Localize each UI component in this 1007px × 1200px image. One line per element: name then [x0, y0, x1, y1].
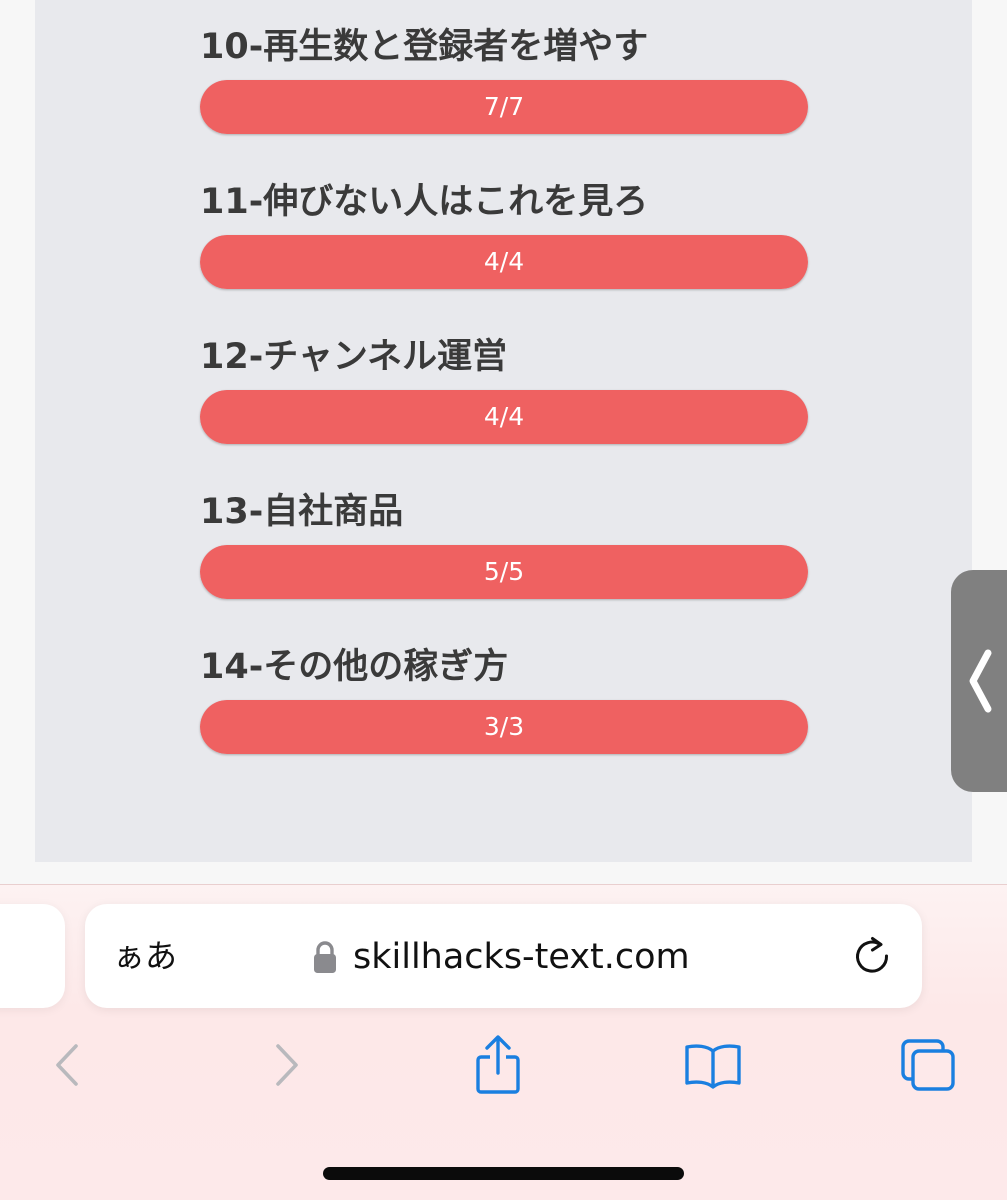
progress-bar: 4/4 [200, 235, 808, 289]
browser-toolbar [0, 1025, 1007, 1105]
previous-tab-card[interactable] [0, 904, 65, 1008]
home-indicator [323, 1167, 684, 1180]
url-text: skillhacks-text.com [353, 937, 690, 977]
share-button[interactable] [468, 1025, 528, 1105]
lesson-title[interactable]: 14-その他の稼ぎ方 [200, 646, 508, 688]
reload-icon[interactable] [850, 934, 894, 978]
lesson-title[interactable]: 10-再生数と登録者を増やす [200, 26, 648, 68]
bookmarks-icon [685, 1044, 741, 1089]
progress-bar: 3/3 [200, 700, 808, 754]
url-display[interactable]: skillhacks-text.com [313, 934, 690, 980]
tabs-icon [901, 1039, 955, 1091]
lesson-title[interactable]: 11-伸びない人はこれを見ろ [200, 181, 648, 223]
tabs-button[interactable] [898, 1025, 958, 1105]
lesson-item[interactable]: 14-その他の稼ぎ方 3/3 [200, 646, 808, 801]
lesson-title[interactable]: 13-自社商品 [200, 491, 403, 533]
lesson-item[interactable]: 11-伸びない人はこれを見ろ 4/4 [200, 181, 808, 336]
lock-icon [314, 941, 336, 973]
lesson-item[interactable]: 10-再生数と登録者を増やす 7/7 [200, 26, 808, 181]
progress-text: 4/4 [483, 402, 525, 431]
back-button[interactable] [37, 1025, 97, 1105]
bookmarks-button[interactable] [683, 1025, 743, 1105]
progress-text: 5/5 [483, 557, 525, 586]
browser-bottom-bar: ぁあ skillhacks-text.com [0, 885, 1007, 1200]
progress-bar: 5/5 [200, 545, 808, 599]
lesson-item[interactable]: 12-チャンネル運営 4/4 [200, 336, 808, 491]
forward-icon [276, 1044, 298, 1086]
progress-bar: 7/7 [200, 80, 808, 134]
back-icon [56, 1044, 78, 1086]
progress-text: 3/3 [483, 712, 525, 741]
lesson-title[interactable]: 12-チャンネル運営 [200, 336, 507, 378]
lesson-item[interactable]: 13-自社商品 5/5 [200, 491, 808, 646]
page: 10-再生数と登録者を増やす 7/7 11-伸びない人はこれを見ろ 4/4 12… [0, 0, 1007, 1200]
progress-text: 4/4 [483, 247, 525, 276]
progress-text: 7/7 [483, 92, 525, 121]
content-area: 10-再生数と登録者を増やす 7/7 11-伸びない人はこれを見ろ 4/4 12… [35, 0, 972, 862]
lesson-list: 10-再生数と登録者を増やす 7/7 11-伸びない人はこれを見ろ 4/4 12… [200, 26, 808, 801]
chevron-left-icon [969, 649, 992, 713]
progress-bar: 4/4 [200, 390, 808, 444]
side-panel-handle[interactable] [951, 570, 1007, 792]
address-bar[interactable]: ぁあ skillhacks-text.com [85, 904, 922, 1008]
share-icon [476, 1035, 520, 1094]
text-size-button[interactable]: ぁあ [113, 936, 177, 976]
forward-button[interactable] [257, 1025, 317, 1105]
